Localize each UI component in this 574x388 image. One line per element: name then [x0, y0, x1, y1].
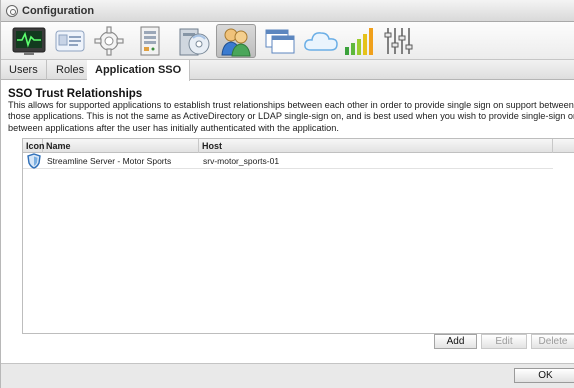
id-card-icon[interactable] [53, 24, 87, 58]
sso-trust-table: Icon Name Host Streamline Server - Motor… [22, 138, 574, 334]
config-window-icon [6, 4, 18, 17]
sliders-icon[interactable] [381, 24, 417, 58]
column-header-host[interactable]: Host [199, 139, 553, 153]
add-button[interactable]: Add [434, 334, 477, 349]
server-icon[interactable] [133, 24, 167, 58]
shield-icon [25, 153, 43, 169]
column-header-name[interactable]: Name [43, 139, 199, 153]
tab-users[interactable]: Users [1, 60, 47, 80]
row-name: Streamline Server - Motor Sports [47, 156, 172, 166]
ok-button[interactable]: OK [514, 368, 574, 383]
cloud-icon[interactable] [301, 24, 341, 58]
dialog-footer [1, 363, 574, 388]
row-host: srv-motor_sports-01 [203, 156, 280, 166]
monitor-icon[interactable] [11, 24, 47, 58]
toolbar [1, 22, 574, 60]
users-icon[interactable] [216, 24, 256, 58]
signal-bars-icon[interactable] [342, 24, 378, 58]
media-drive-icon[interactable] [176, 24, 212, 58]
edit-button[interactable]: Edit [481, 334, 527, 349]
tab-strip: Users Roles Application SSO [1, 60, 574, 81]
column-header-icon[interactable]: Icon [23, 139, 45, 153]
gear-icon[interactable] [92, 24, 126, 58]
section-title: SSO Trust Relationships [8, 88, 143, 100]
table-row[interactable]: Streamline Server - Motor Sports srv-mot… [23, 153, 553, 169]
window-title: Configuration [22, 4, 95, 17]
title-bar: Configuration [1, 0, 574, 22]
table-header: Icon Name Host [23, 139, 574, 153]
windows-icon[interactable] [263, 24, 297, 58]
tab-application-sso[interactable]: Application SSO [87, 60, 191, 81]
configuration-window: Configuration Users Roles Application SS… [0, 0, 574, 388]
delete-button[interactable]: Delete [531, 334, 574, 349]
section-description: This allows for supported applications t… [8, 100, 574, 133]
